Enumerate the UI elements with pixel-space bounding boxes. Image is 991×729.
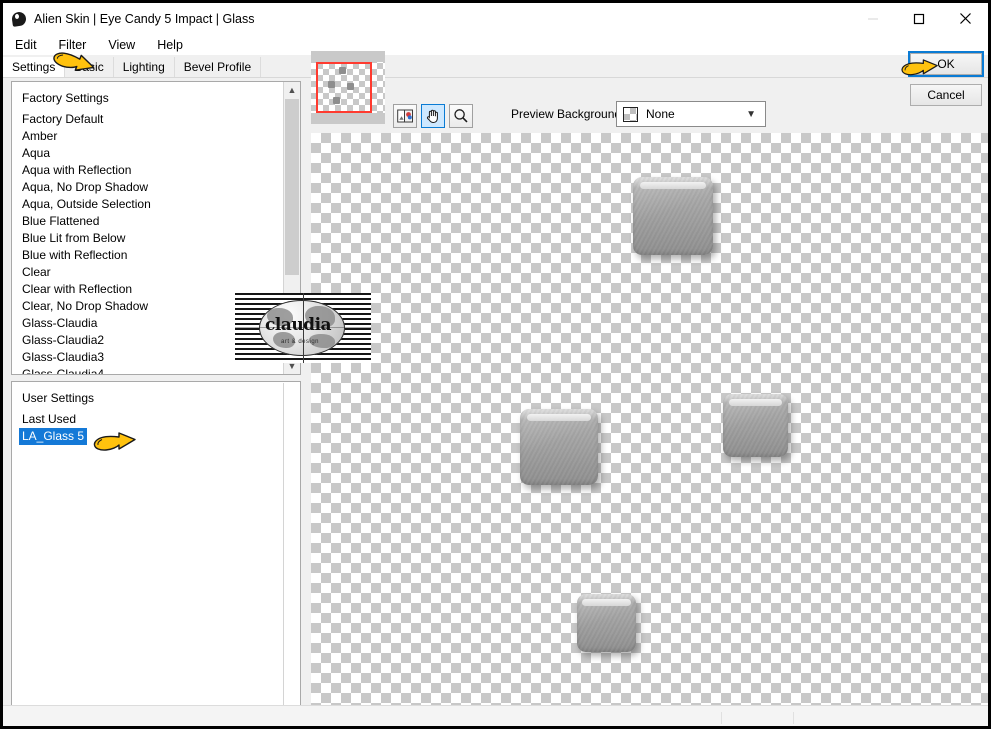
ok-button[interactable]: OK xyxy=(908,51,984,77)
hand-pan-icon xyxy=(426,109,438,124)
menu-item-help[interactable]: Help xyxy=(153,37,191,53)
maximize-button[interactable] xyxy=(896,3,942,34)
chevron-down-icon[interactable]: ▼ xyxy=(746,109,756,120)
cancel-button[interactable]: Cancel xyxy=(910,84,982,106)
preview-background-select[interactable]: None ▼ xyxy=(616,101,766,127)
preview-tool-buttons xyxy=(393,104,473,128)
navigator-viewport-rect[interactable] xyxy=(316,62,372,113)
list-item[interactable]: Blue with Reflection xyxy=(22,247,284,264)
settings-panel: Factory Settings Factory Default Amber A… xyxy=(11,81,301,726)
preview-canvas[interactable] xyxy=(311,133,988,706)
window-title: Alien Skin | Eye Candy 5 Impact | Glass xyxy=(34,11,255,26)
chevron-up-icon[interactable]: ▲ xyxy=(284,82,300,98)
status-bar xyxy=(3,705,988,726)
preview-background-label: Preview Background: xyxy=(511,107,625,121)
list-item[interactable]: Glass-Claudia4 xyxy=(22,366,284,374)
list-item[interactable]: Aqua with Reflection xyxy=(22,162,284,179)
glass-square-1 xyxy=(633,177,713,255)
preview-background-value: None xyxy=(646,107,675,121)
list-item[interactable]: Aqua xyxy=(22,145,284,162)
title-bar: Alien Skin | Eye Candy 5 Impact | Glass xyxy=(3,3,988,34)
user-settings-list[interactable]: User Settings Last Used LA_Glass 5 xyxy=(11,381,301,726)
tab-lighting[interactable]: Lighting xyxy=(113,57,175,77)
navigator-thumbnail[interactable] xyxy=(311,51,385,124)
ink-drop-icon xyxy=(11,10,27,27)
glass-square-2 xyxy=(520,409,598,485)
dialog-buttons: OK Cancel xyxy=(908,51,984,106)
tab-bevel-profile[interactable]: Bevel Profile xyxy=(174,57,262,77)
user-settings-header: User Settings xyxy=(22,391,95,405)
list-item[interactable]: Factory Default xyxy=(22,111,284,128)
list-item[interactable]: Last Used xyxy=(22,411,300,428)
compare-split-icon xyxy=(396,109,413,122)
list-item[interactable]: Clear xyxy=(22,264,284,281)
hand-pan-button[interactable] xyxy=(421,104,445,128)
watermark-text: claudia xyxy=(265,315,332,335)
list-item[interactable]: Amber xyxy=(22,128,284,145)
window-controls xyxy=(850,3,988,34)
list-item[interactable]: Aqua, Outside Selection xyxy=(22,196,284,213)
list-item[interactable]: Blue Flattened xyxy=(22,213,284,230)
menu-bar: Edit Filter View Help xyxy=(3,34,988,55)
maximize-icon xyxy=(913,13,925,24)
scrollbar-thumb[interactable] xyxy=(285,99,299,275)
factory-settings-header: Factory Settings xyxy=(22,91,109,105)
magnifier-zoom-icon xyxy=(454,109,468,123)
tab-basic[interactable]: Basic xyxy=(65,57,114,77)
close-button[interactable] xyxy=(942,3,988,34)
magnifier-zoom-button[interactable] xyxy=(449,104,473,128)
list-item[interactable]: Aqua, No Drop Shadow xyxy=(22,179,284,196)
tab-strip: Settings Basic Lighting Bevel Profile xyxy=(3,56,988,78)
panel-divider xyxy=(283,383,284,726)
menu-item-edit[interactable]: Edit xyxy=(11,37,45,53)
minimize-button[interactable] xyxy=(850,3,896,34)
tab-settings[interactable]: Settings xyxy=(3,57,66,77)
minimize-icon xyxy=(868,17,878,20)
navigator-band-top xyxy=(311,51,385,62)
status-divider xyxy=(793,712,794,724)
list-item[interactable]: Blue Lit from Below xyxy=(22,230,284,247)
list-item-selected[interactable]: LA_Glass 5 xyxy=(19,428,88,445)
menu-item-view[interactable]: View xyxy=(104,37,143,53)
close-icon xyxy=(959,13,971,24)
glass-square-4 xyxy=(577,594,636,652)
watermark-subtext: art & design xyxy=(281,339,320,345)
navigator-band-bottom xyxy=(311,113,385,124)
glass-square-3 xyxy=(723,394,788,457)
status-divider xyxy=(721,712,722,724)
menu-item-filter[interactable]: Filter xyxy=(55,37,95,53)
transparency-swatch-icon xyxy=(623,106,638,122)
compare-split-button[interactable] xyxy=(393,104,417,128)
watermark-overlay: claudia art & design xyxy=(235,293,371,363)
application-window: Alien Skin | Eye Candy 5 Impact | Glass xyxy=(0,0,991,729)
